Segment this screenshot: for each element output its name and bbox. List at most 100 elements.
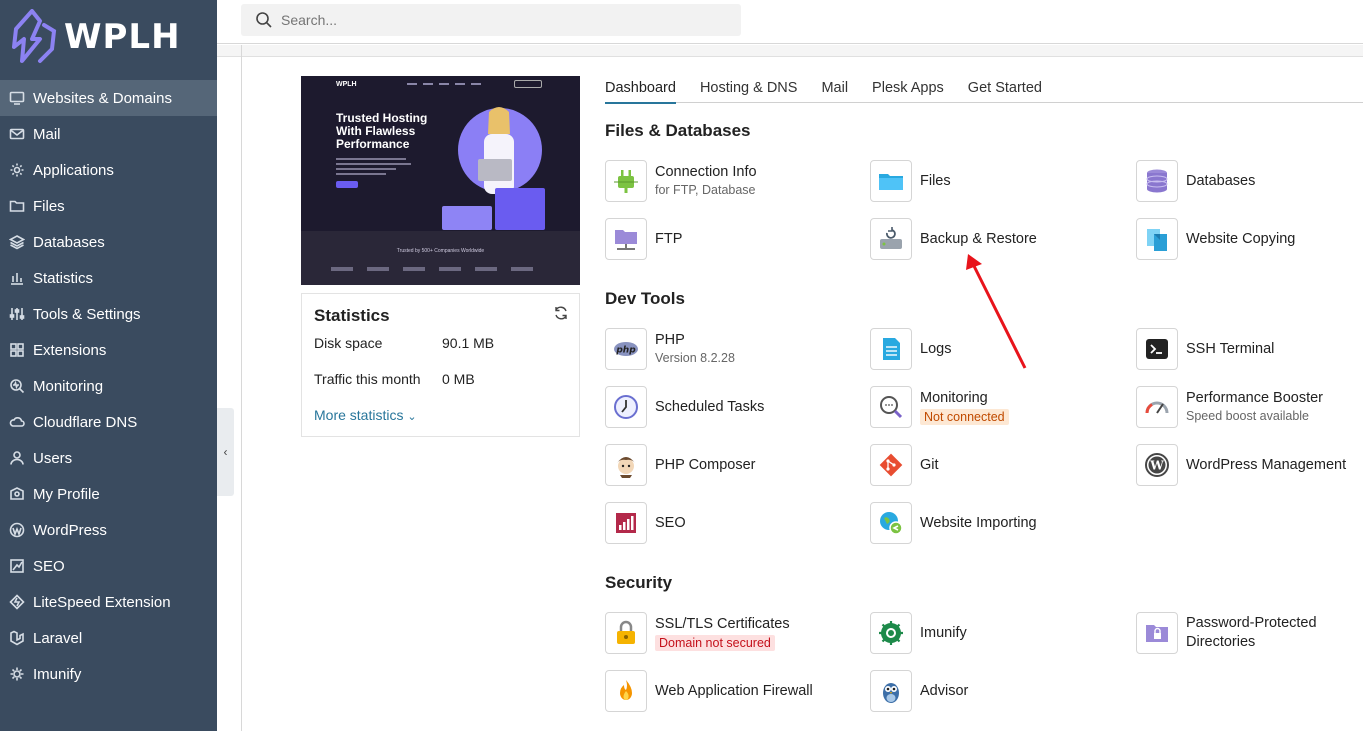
sidebar-item-label: Users <box>33 449 73 467</box>
preview-headline: Trusted Hosting With Flawless Performanc… <box>336 111 428 151</box>
layers-icon <box>9 234 25 250</box>
imunify-icon <box>9 666 25 682</box>
sidebar-item-label: SEO <box>33 557 65 575</box>
performance-booster-label: Performance Booster <box>1186 390 1324 406</box>
sidebar-collapse-button[interactable]: ‹ <box>217 408 234 496</box>
logs-tool[interactable]: Logs <box>870 328 951 370</box>
sidebar-item-mail[interactable]: Mail <box>0 116 217 152</box>
header-strip <box>217 45 1363 57</box>
search-input[interactable] <box>281 12 721 28</box>
sidebar-item-files[interactable]: Files <box>0 188 217 224</box>
user-icon <box>9 450 25 466</box>
sidebar-item-label: My Profile <box>33 485 100 503</box>
tab-hosting-dns[interactable]: Hosting & DNS <box>700 78 798 103</box>
more-statistics-label: More statistics <box>314 407 404 423</box>
sidebar-item-users[interactable]: Users <box>0 440 217 476</box>
backup-drive-icon <box>870 218 912 260</box>
chevron-down-icon: ⌄ <box>407 411 417 423</box>
ftp-folder-icon <box>605 218 647 260</box>
scheduled-tasks-label: Scheduled Tasks <box>655 398 765 415</box>
seo-label: SEO <box>655 514 686 531</box>
tab-plesk-apps[interactable]: Plesk Apps <box>872 78 944 103</box>
sidebar-item-cloudflare-dns[interactable]: Cloudflare DNS <box>0 404 217 440</box>
monitoring-label: Monitoring <box>920 389 988 406</box>
git-tool[interactable]: Git <box>870 444 939 486</box>
sidebar-item-litespeed-extension[interactable]: LiteSpeed Extension <box>0 584 217 620</box>
dashboard-tabs: Dashboard Hosting & DNS Mail Plesk Apps … <box>605 78 1363 104</box>
tab-dashboard[interactable]: Dashboard <box>605 78 676 104</box>
monitoring-status-badge: Not connected <box>920 408 1009 425</box>
folder-icon <box>870 160 912 202</box>
connection-info-tool[interactable]: Connection Info for FTP, Database <box>605 160 757 202</box>
imunify-tool[interactable]: Imunify <box>870 612 967 654</box>
sliders-icon <box>9 306 25 322</box>
sidebar-item-wordpress[interactable]: WordPress <box>0 512 217 548</box>
red-arrow-annotation <box>966 254 1027 369</box>
logs-label: Logs <box>920 340 952 357</box>
website-copying-tool[interactable]: Website Copying <box>1136 218 1295 260</box>
databases-tool[interactable]: Databases <box>1136 160 1255 202</box>
wordpress-management-tool[interactable]: W WordPress Management <box>1136 444 1346 486</box>
sidebar-item-applications[interactable]: Applications <box>0 152 217 188</box>
ssl-certificates-tool[interactable]: SSL/TLS Certificates Domain not secured <box>605 612 790 654</box>
performance-booster-tool[interactable]: Performance Booster Speed boost available <box>1136 386 1323 428</box>
search-box[interactable] <box>241 4 741 36</box>
sidebar-item-databases[interactable]: Databases <box>0 224 217 260</box>
svg-text:W: W <box>1149 459 1164 473</box>
brand-logo[interactable]: WPLH <box>10 5 181 69</box>
seo-icon <box>9 558 25 574</box>
php-composer-tool[interactable]: PHP Composer <box>605 444 755 486</box>
php-icon: php <box>605 328 647 370</box>
sidebar-item-label: WordPress <box>33 521 107 539</box>
tab-get-started[interactable]: Get Started <box>968 78 1042 103</box>
mail-icon <box>9 126 25 142</box>
password-protected-directories-tool[interactable]: Password-Protected Directories <box>1136 612 1346 654</box>
sidebar-item-seo[interactable]: SEO <box>0 548 217 584</box>
monitoring-tool[interactable]: Monitoring Not connected <box>870 386 1009 428</box>
connection-info-sub: for FTP, Database <box>655 183 756 197</box>
website-preview[interactable]: WPLH Trusted Hosting With Flawless Perfo… <box>301 76 580 285</box>
monitoring-icon <box>9 378 25 394</box>
sidebar-item-label: Mail <box>33 125 61 143</box>
sidebar-item-label: Extensions <box>33 341 107 359</box>
sidebar-item-imunify[interactable]: Imunify <box>0 656 217 692</box>
sidebar-item-websites-domains[interactable]: Websites & Domains <box>0 80 217 116</box>
sidebar-item-label: Tools & Settings <box>33 305 141 323</box>
website-importing-label: Website Importing <box>920 514 1037 531</box>
advisor-tool[interactable]: Advisor <box>870 670 968 712</box>
sidebar-item-label: Laravel <box>33 629 83 647</box>
cloud-icon <box>9 414 25 430</box>
laravel-icon <box>9 630 25 646</box>
web-application-firewall-tool[interactable]: Web Application Firewall <box>605 670 813 712</box>
refresh-icon[interactable] <box>553 305 569 321</box>
scheduled-tasks-tool[interactable]: Scheduled Tasks <box>605 386 764 428</box>
connection-info-label: Connection Info <box>655 164 757 180</box>
ftp-tool[interactable]: FTP <box>605 218 682 260</box>
preview-client-logos <box>331 267 533 271</box>
php-composer-label: PHP Composer <box>655 456 756 473</box>
ssh-terminal-tool[interactable]: SSH Terminal <box>1136 328 1274 370</box>
clock-icon <box>605 386 647 428</box>
sidebar-item-extensions[interactable]: Extensions <box>0 332 217 368</box>
search-icon <box>256 12 272 28</box>
seo-tool[interactable]: SEO <box>605 502 686 544</box>
sidebar-item-my-profile[interactable]: My Profile <box>0 476 217 512</box>
performance-booster-sub: Speed boost available <box>1186 409 1310 423</box>
chevron-left-icon: ‹ <box>223 445 228 459</box>
sidebar-item-label: Monitoring <box>33 377 104 395</box>
backup-restore-label: Backup & Restore <box>920 230 1037 247</box>
sidebar-item-monitoring[interactable]: Monitoring <box>0 368 217 404</box>
tab-mail[interactable]: Mail <box>821 78 848 103</box>
sidebar-item-statistics[interactable]: Statistics <box>0 260 217 296</box>
files-tool[interactable]: Files <box>870 160 951 202</box>
monitor-icon <box>9 90 25 106</box>
plug-icon <box>605 160 647 202</box>
php-tool[interactable]: php PHP Version 8.2.28 <box>605 328 735 370</box>
sidebar-item-laravel[interactable]: Laravel <box>0 620 217 656</box>
more-statistics-link[interactable]: More statistics ⌄ <box>314 407 417 423</box>
sidebar-item-label: Imunify <box>33 665 82 683</box>
ssl-certificates-label: SSL/TLS Certificates <box>655 615 790 632</box>
sidebar-item-tools-settings[interactable]: Tools & Settings <box>0 296 217 332</box>
website-importing-tool[interactable]: Website Importing <box>870 502 1037 544</box>
files-label: Files <box>920 172 951 189</box>
